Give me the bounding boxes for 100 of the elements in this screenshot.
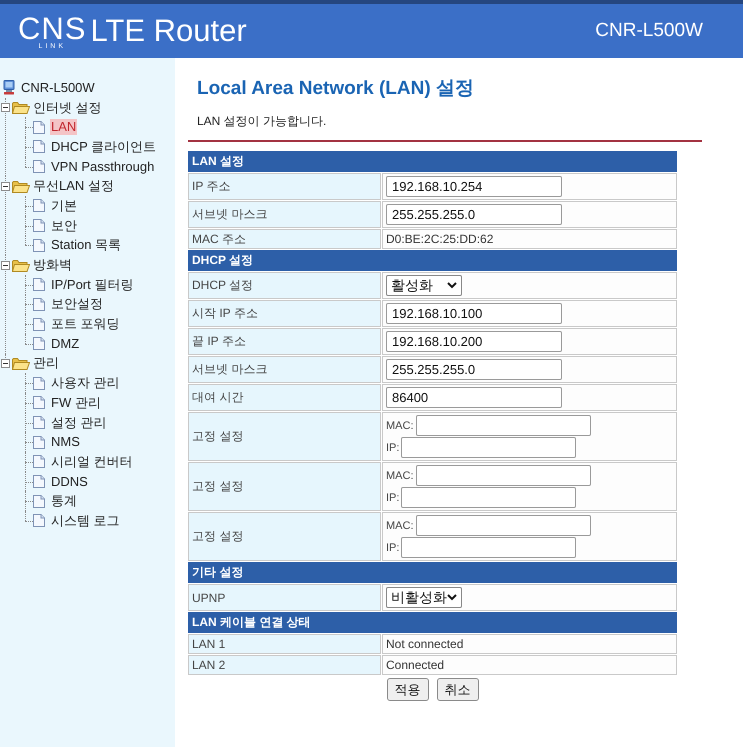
tree-item[interactable]: 시스템 로그	[50, 512, 121, 529]
row-label: IP 주소	[188, 173, 381, 200]
tree-item[interactable]: 사용자 관리	[50, 375, 121, 392]
row-label: UPNP	[188, 584, 381, 611]
page-icon	[33, 475, 45, 488]
tree-item[interactable]: DDNS	[50, 474, 89, 490]
page-icon	[33, 455, 45, 468]
tree-item[interactable]: DMZ	[50, 336, 80, 352]
text-field[interactable]: 192.168.10.100	[386, 303, 562, 324]
tree-item[interactable]: 통계	[50, 493, 78, 510]
page-icon	[33, 337, 45, 350]
tree-item[interactable]: IP/Port 필터링	[50, 276, 134, 293]
page-icon	[33, 219, 45, 232]
model-name: CNR-L500W	[595, 20, 703, 42]
tree-item[interactable]: 시리얼 컨버터	[50, 454, 134, 470]
row-value: Not connected	[382, 634, 677, 654]
row-label: 시작 IP 주소	[188, 300, 381, 327]
text-field[interactable]: 192.168.10.254	[386, 176, 562, 197]
tree-item[interactable]: 기본	[50, 198, 78, 214]
minus-box-icon[interactable]	[1, 260, 10, 270]
row-label: 끝 IP 주소	[188, 328, 381, 355]
section-header: DHCP 설정	[188, 250, 677, 271]
folder-icon	[12, 258, 30, 272]
form-button[interactable]: 적용	[386, 678, 428, 701]
page-icon	[33, 120, 45, 134]
logo-text: CNS	[18, 16, 86, 42]
tree-folder[interactable]: 인터넷 설정	[32, 100, 103, 116]
minus-box-icon[interactable]	[1, 182, 10, 191]
row-label: 서브넷 마스크	[188, 356, 381, 383]
chevron-down-icon	[447, 282, 457, 289]
page-icon	[33, 494, 45, 508]
field-label: IP:	[386, 492, 400, 504]
text-field[interactable]: 255.255.255.0	[386, 359, 562, 380]
text-field[interactable]: 86400	[386, 387, 562, 408]
tree-item[interactable]: 포트 포워딩	[50, 316, 121, 332]
page-icon	[33, 514, 45, 528]
tree-folder[interactable]: 무선LAN 설정	[32, 178, 115, 194]
input-field[interactable]	[416, 515, 590, 536]
tree-item[interactable]: 설정 관리	[50, 414, 108, 431]
input-field[interactable]	[401, 437, 576, 458]
minus-box-icon[interactable]	[1, 358, 10, 368]
page-icon	[33, 238, 45, 252]
tree-folder[interactable]: 관리	[32, 355, 60, 372]
minus-box-icon[interactable]	[1, 103, 10, 112]
input-field[interactable]	[416, 415, 590, 436]
form-button[interactable]: 취소	[436, 678, 478, 701]
field-label: MAC:	[386, 420, 414, 432]
row-label: 고정 설정	[188, 412, 381, 461]
page-icon	[33, 298, 45, 311]
tree-folder[interactable]: 방화벽	[32, 257, 73, 274]
dropdown[interactable]: 비활성화	[386, 587, 462, 608]
page-icon	[33, 396, 45, 410]
folder-icon	[12, 180, 30, 193]
tree-item[interactable]: 보안	[50, 218, 78, 234]
app-title: LTE Router	[90, 14, 247, 48]
page-title: Local Area Network (LAN) 설정	[197, 78, 475, 100]
section-header: LAN 케이블 연결 상태	[188, 612, 677, 633]
input-field[interactable]	[401, 487, 576, 508]
section-header: LAN 설정	[188, 151, 677, 172]
row-label: DHCP 설정	[188, 272, 381, 299]
row-label: 서브넷 마스크	[188, 201, 381, 228]
tree-item[interactable]: 보안설정	[50, 296, 104, 312]
tree-item[interactable]: Station 목록	[50, 237, 122, 254]
field-label: MAC:	[386, 470, 414, 482]
row-label: MAC 주소	[188, 229, 381, 249]
tree-root[interactable]: CNR-L500W	[20, 80, 96, 96]
tree-item[interactable]: DHCP 클라이언트	[50, 138, 158, 155]
chevron-down-icon	[447, 594, 457, 601]
row-label: 고정 설정	[188, 462, 381, 511]
tree-item[interactable]: NMS	[50, 434, 81, 450]
tree-item[interactable]: VPN Passthrough	[50, 158, 156, 175]
tree-item[interactable]: LAN	[50, 119, 78, 136]
folder-icon	[12, 101, 30, 114]
computer-icon	[3, 80, 15, 96]
text-field[interactable]: 192.168.10.200	[386, 331, 562, 352]
page-icon	[33, 318, 45, 331]
folder-icon	[12, 356, 30, 370]
row-value: D0:BE:2C:25:DD:62	[382, 229, 677, 249]
input-field[interactable]	[401, 537, 576, 558]
tree-item[interactable]: FW 관리	[50, 394, 102, 411]
row-label: LAN 2	[188, 655, 381, 675]
page-icon	[33, 436, 45, 449]
row-label: 대여 시간	[188, 384, 381, 411]
page-icon	[33, 416, 45, 430]
input-field[interactable]	[416, 465, 590, 486]
dropdown[interactable]: 활성화	[386, 275, 462, 296]
row-label: 고정 설정	[188, 512, 381, 561]
page-icon	[33, 140, 45, 154]
page-icon	[33, 160, 45, 174]
text-field[interactable]: 255.255.255.0	[386, 204, 562, 225]
page-description: LAN 설정이 가능합니다.	[197, 114, 328, 128]
field-label: MAC:	[386, 520, 414, 532]
section-header: 기타 설정	[188, 562, 677, 583]
page-icon	[33, 199, 45, 212]
row-value: Connected	[382, 655, 677, 675]
row-label: LAN 1	[188, 634, 381, 654]
page-icon	[33, 376, 45, 390]
page-icon	[33, 278, 45, 292]
field-label: IP:	[386, 542, 400, 554]
field-label: IP:	[386, 442, 400, 454]
